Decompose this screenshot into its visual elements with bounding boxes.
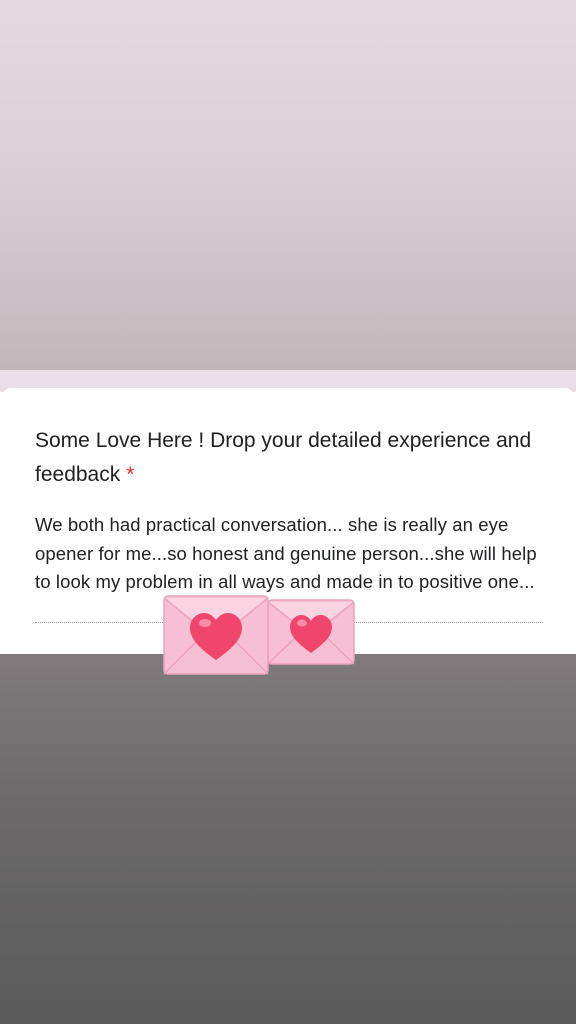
story-background-bottom (0, 654, 576, 1024)
story-background-top (0, 0, 576, 370)
answer-text[interactable]: We both had practical conversation... sh… (35, 511, 547, 597)
question-text: Some Love Here ! Drop your detailed expe… (35, 429, 532, 486)
question-title: Some Love Here ! Drop your detailed expe… (35, 424, 545, 492)
love-letter-icon (163, 595, 269, 675)
required-asterisk: * (126, 463, 135, 486)
love-letter-icon (267, 599, 355, 665)
